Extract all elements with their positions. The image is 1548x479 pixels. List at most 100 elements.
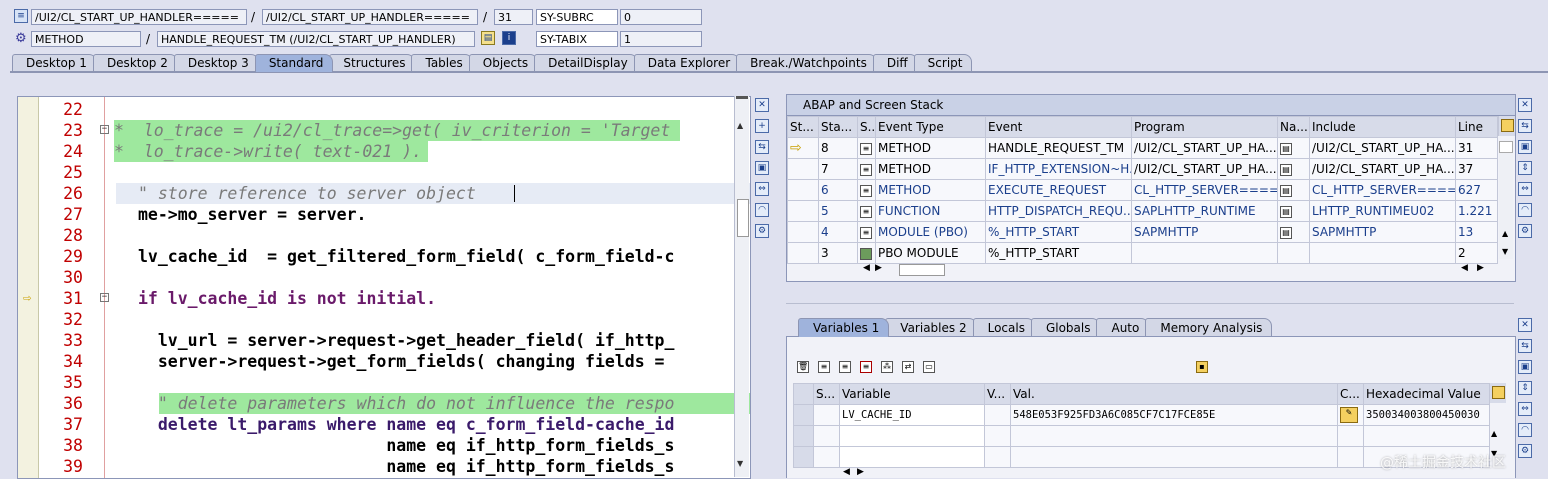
col-line[interactable]: Line	[1455, 116, 1498, 138]
tab-diff[interactable]: Diff	[872, 54, 918, 72]
sysfield-1[interactable]: SY-SUBRC	[536, 9, 618, 25]
stack-hscroll[interactable]: ◀ ▶	[863, 263, 1423, 277]
variable-row-empty[interactable]	[793, 425, 1490, 447]
variable-value[interactable]: 548E053F925FD3A6C085CF7C17FCE85E	[1010, 404, 1338, 426]
stack-row[interactable]: ⇨ 8 ≡ METHOD HANDLE_REQUEST_TM /UI2/CL_S…	[787, 137, 1498, 159]
stack-header-row: St... Sta... S... Event Type Event Progr…	[787, 116, 1498, 138]
tab-tables[interactable]: Tables	[411, 54, 473, 72]
tab-variables-1[interactable]: Variables 1	[798, 318, 890, 337]
tab-watchpoints[interactable]: Break./Watchpoints	[736, 54, 877, 72]
sysvalue-2: 1	[620, 31, 702, 47]
resize-icon[interactable]: ⇔	[1518, 402, 1532, 416]
transfer-icon[interactable]: ⇄	[902, 361, 914, 373]
scroll-right-icon[interactable]: ▶	[1477, 263, 1484, 273]
tab-structures[interactable]: Structures	[329, 54, 416, 72]
col-status[interactable]: St...	[787, 116, 819, 138]
hierarchy-icon[interactable]: ⁂	[881, 361, 893, 373]
tab-globals[interactable]: Globals	[1030, 318, 1101, 337]
resize-vertical-icon[interactable]: ⇕	[1518, 161, 1532, 175]
tab-desktop-3[interactable]: Desktop 3	[173, 54, 259, 72]
col-hex-value[interactable]: Hexadecimal Value	[1363, 383, 1490, 405]
stack-row[interactable]: 7 ≡ METHOD IF_HTTP_EXTENSION~H... /UI2/C…	[787, 158, 1498, 180]
close-icon[interactable]: ✕	[1518, 98, 1532, 112]
info-icon[interactable]: i	[502, 31, 516, 45]
col-v[interactable]: V...	[984, 383, 1011, 405]
event-type-field: METHOD	[31, 31, 141, 47]
tab-objects[interactable]: Objects	[468, 54, 539, 72]
headset-icon[interactable]: ◠	[1518, 203, 1532, 217]
col-variable[interactable]: Variable	[839, 383, 985, 405]
source-editor[interactable]: 22 23− * lo_trace = /ui2/cl_trace=>get( i…	[17, 96, 751, 479]
col-event[interactable]: Event	[985, 116, 1132, 138]
swap-icon[interactable]: ⇆	[755, 140, 769, 154]
col-event-type[interactable]: Event Type	[875, 116, 986, 138]
program-field[interactable]: /UI2/CL_START_UP_HANDLER=====	[31, 9, 247, 25]
scroll-right-icon[interactable]: ▶	[857, 467, 864, 477]
include-field[interactable]: /UI2/CL_START_UP_HANDLER=====	[262, 9, 478, 25]
swap-icon[interactable]: ⇆	[1518, 119, 1532, 133]
maximize-icon[interactable]: ▣	[1518, 360, 1532, 374]
resize-icon[interactable]: ⇔	[755, 182, 769, 196]
variable-name[interactable]: LV_CACHE_ID	[839, 404, 985, 426]
stack-vscroll[interactable]: ▲ ▼	[1499, 141, 1513, 259]
navigate-icon[interactable]: ▤	[1280, 226, 1292, 239]
tab-variables-2[interactable]: Variables 2	[885, 318, 977, 337]
source-icon[interactable]: ▤	[481, 31, 495, 45]
col-program[interactable]: Program	[1131, 116, 1278, 138]
tab-data-explorer[interactable]: Data Explorer	[633, 54, 741, 72]
headset-icon[interactable]: ◠	[1518, 423, 1532, 437]
resize-icon[interactable]: ⇔	[1518, 182, 1532, 196]
close-icon[interactable]: ✕	[755, 98, 769, 112]
maximize-icon[interactable]: ▣	[755, 161, 769, 175]
headset-icon[interactable]: ◠	[755, 203, 769, 217]
layout-icon[interactable]	[1490, 383, 1506, 403]
tab-standard[interactable]: Standard	[254, 54, 334, 72]
variable-row[interactable]: LV_CACHE_ID 548E053F925FD3A6C085CF7C17FC…	[793, 404, 1490, 426]
edit-pencil-icon[interactable]: ✎	[1340, 407, 1358, 423]
tab-memory-analysis[interactable]: Memory Analysis	[1145, 318, 1273, 337]
new-tool-icon[interactable]: +	[755, 119, 769, 133]
stack-row[interactable]: 5 ≡ FUNCTION HTTP_DISPATCH_REQU... SAPLH…	[787, 200, 1498, 222]
folder-icon[interactable]: ▭	[923, 361, 935, 373]
list-save-icon[interactable]: ≡	[839, 361, 851, 373]
list-icon[interactable]: ≡	[818, 361, 830, 373]
save-icon[interactable]: ▪	[1196, 361, 1208, 373]
resize-vertical-icon[interactable]: ⇕	[1518, 381, 1532, 395]
navigate-icon[interactable]: ▤	[1280, 163, 1292, 176]
col-value[interactable]: Val.	[1010, 383, 1338, 405]
tab-auto[interactable]: Auto	[1096, 318, 1150, 337]
navigate-icon[interactable]: ▤	[1280, 142, 1292, 155]
tab-script[interactable]: Script	[913, 54, 973, 72]
line-field[interactable]: 31	[494, 9, 533, 25]
stack-row[interactable]: 4 ≡ MODULE (PBO) %_HTTP_START SAPMHTTP ▤…	[787, 221, 1498, 243]
stack-row[interactable]: 6 ≡ METHOD EXECUTE_REQUEST CL_HTTP_SERVE…	[787, 179, 1498, 201]
settings-icon[interactable]: ⚙	[755, 224, 769, 238]
scroll-up-icon[interactable]: ▲	[1491, 429, 1497, 438]
tab-desktop-1[interactable]: Desktop 1	[12, 54, 97, 72]
col-include[interactable]: Include	[1309, 116, 1456, 138]
swap-icon[interactable]: ⇆	[1518, 339, 1532, 353]
delete-icon[interactable]: 🗑	[797, 361, 809, 373]
scroll-left-icon[interactable]: ◀	[843, 467, 850, 477]
col-stack-level[interactable]: Sta...	[818, 116, 858, 138]
navigate-icon[interactable]: ▤	[1280, 205, 1292, 218]
sysfield-2[interactable]: SY-TABIX	[536, 31, 618, 47]
maximize-icon[interactable]: ▣	[1518, 140, 1532, 154]
col-navigate[interactable]: Na...	[1277, 116, 1310, 138]
col-s[interactable]: S...	[857, 116, 876, 138]
stack-row[interactable]: 3 PBO MODULE %_HTTP_START 2	[787, 242, 1498, 264]
settings-icon[interactable]: ⚙	[1518, 444, 1532, 458]
scroll-thumb	[899, 264, 945, 276]
navigate-icon[interactable]: ▤	[1280, 184, 1292, 197]
layout-icon[interactable]	[1498, 116, 1515, 136]
close-icon[interactable]: ✕	[1518, 318, 1532, 332]
editor-scrollbar[interactable]: ▲ ▼	[734, 96, 749, 477]
tab-locals[interactable]: Locals	[972, 318, 1035, 337]
scroll-left-icon[interactable]: ◀	[1461, 263, 1468, 273]
tab-detaildisplay[interactable]: DetailDisplay	[534, 54, 638, 72]
settings-icon[interactable]: ⚙	[1518, 224, 1532, 238]
col-s[interactable]: S...	[813, 383, 840, 405]
col-change[interactable]: C...	[1337, 383, 1364, 405]
list-delete-icon[interactable]: ≡	[860, 361, 872, 373]
tab-desktop-2[interactable]: Desktop 2	[92, 54, 178, 72]
